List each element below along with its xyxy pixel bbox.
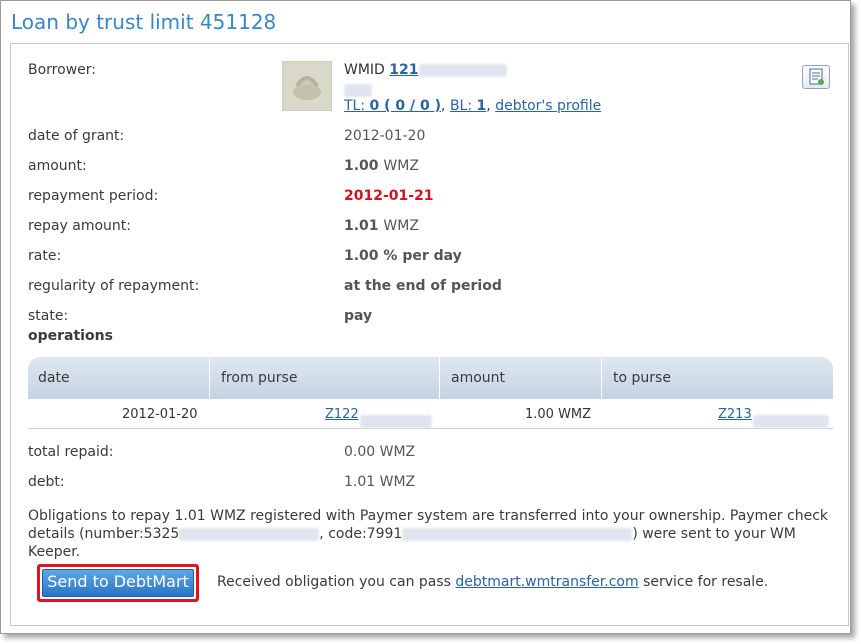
- repay-amount-unit: WMZ: [383, 218, 419, 234]
- column-divider: [209, 357, 210, 399]
- tl-label: TL:: [344, 98, 366, 114]
- regularity-label: regularity of repayment:: [28, 278, 200, 294]
- op-to-purse: Z213: [718, 407, 829, 428]
- resale-text-before: Received obligation you can pass: [217, 574, 456, 590]
- column-date: date: [38, 370, 70, 386]
- loan-window: Loan by trust limit 451128 Borrower: WMI…: [0, 0, 851, 634]
- wmid-prefix: WMID: [344, 62, 385, 78]
- tl-link[interactable]: TL: 0 ( 0 / 0 ): [344, 98, 441, 114]
- bl-link[interactable]: BL: 1: [450, 98, 486, 114]
- state-label: state:: [28, 308, 69, 324]
- repay-amount-label: repay amount:: [28, 218, 131, 234]
- note-icon[interactable]: [802, 65, 830, 89]
- regularity-value: at the end of period: [344, 278, 502, 294]
- debtor-profile-link[interactable]: debtor's profile: [495, 98, 601, 114]
- total-repaid-value: 0.00 WMZ: [344, 444, 416, 460]
- op-date: 2012-01-20: [122, 407, 198, 422]
- avatar: [282, 61, 332, 111]
- debt-value: 1.01 WMZ: [344, 474, 416, 490]
- column-from-purse: from purse: [221, 370, 298, 386]
- borrower-wmid-line: WMID 121: [344, 62, 507, 78]
- obligation-message: Obligations to repay 1.01 WMZ registered…: [28, 507, 836, 561]
- total-repaid-label: total repaid:: [28, 444, 114, 460]
- repayment-period-value: 2012-01-21: [344, 188, 434, 204]
- repay-amount-number: 1.01: [344, 218, 379, 234]
- column-divider: [601, 357, 602, 399]
- date-of-grant-value: 2012-01-20: [344, 128, 426, 144]
- borrower-label: Borrower:: [28, 62, 96, 78]
- column-amount: amount: [451, 370, 506, 386]
- resale-text-after: service for resale.: [638, 574, 769, 590]
- bl-label: BL:: [449, 98, 473, 114]
- to-purse-link[interactable]: Z213: [718, 407, 752, 422]
- amount-number: 1.00: [344, 158, 379, 174]
- wmid-link[interactable]: 121: [389, 62, 418, 78]
- check-number-redacted: [179, 527, 320, 541]
- column-divider: [439, 357, 440, 399]
- operations-table-header: date from purse amount to purse: [28, 357, 833, 399]
- debtmart-link[interactable]: debtmart.wmtransfer.com: [455, 574, 638, 590]
- amount-label: amount:: [28, 158, 87, 174]
- amount-value: 1.00 WMZ: [344, 158, 419, 174]
- column-to-purse: to purse: [613, 370, 671, 386]
- bl-value: 1: [476, 98, 487, 114]
- table-row: 2012-01-20 Z122 1.00 WMZ Z213: [28, 399, 833, 429]
- date-of-grant-label: date of grant:: [28, 128, 125, 144]
- avatar-image: [293, 76, 321, 100]
- send-button-label: Send to DebtMart: [42, 569, 194, 597]
- page-title: Loan by trust limit 451128: [11, 10, 277, 34]
- from-purse-link[interactable]: Z122: [325, 407, 359, 422]
- repayment-period-label: repayment period:: [28, 188, 159, 204]
- rate-value: 1.00 % per day: [344, 248, 462, 264]
- repay-amount-value: 1.01 WMZ: [344, 218, 419, 234]
- amount-unit: WMZ: [383, 158, 419, 174]
- operations-heading: operations: [28, 328, 113, 344]
- borrower-links: TL: 0 ( 0 / 0 ), BL: 1, debtor's profile: [344, 98, 602, 114]
- from-purse-redacted: [359, 415, 432, 428]
- to-purse-redacted: [752, 415, 829, 428]
- op-from-purse: Z122: [325, 407, 432, 428]
- check-code-redacted: [402, 527, 633, 541]
- state-value: pay: [344, 308, 373, 324]
- op-amount: 1.00 WMZ: [525, 407, 592, 422]
- message-part-2: , code:7991: [319, 526, 403, 542]
- send-to-debtmart-button[interactable]: Send to DebtMart: [37, 564, 199, 602]
- tl-value: 0 ( 0 / 0 ): [369, 98, 442, 114]
- borrower-name-redacted: [344, 84, 372, 97]
- rate-label: rate:: [28, 248, 62, 264]
- debt-label: debt:: [28, 474, 65, 490]
- resale-note: Received obligation you can pass debtmar…: [217, 574, 768, 590]
- wmid-redacted: [418, 63, 507, 77]
